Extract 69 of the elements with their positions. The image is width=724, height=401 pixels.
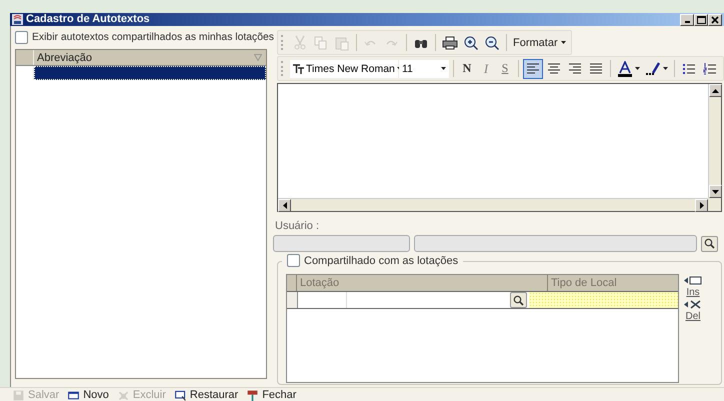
align-left-button[interactable] — [523, 58, 543, 78]
down-arrow-icon — [712, 190, 719, 194]
search-button[interactable] — [510, 292, 527, 308]
format-menu[interactable]: Formatar — [511, 32, 568, 52]
highlighter-icon — [645, 60, 661, 76]
font-dropdown[interactable]: Times New Roman — [290, 60, 398, 78]
table-row[interactable] — [34, 66, 266, 80]
horizontal-scrollbar[interactable] — [278, 198, 708, 211]
maximize-button[interactable] — [694, 14, 708, 26]
delete-row-icon — [684, 300, 702, 309]
window-cursor-icon — [174, 388, 187, 401]
window-title: Cadastro de Autotextos — [26, 13, 150, 26]
minimize-icon — [684, 21, 690, 23]
caret-icon — [441, 67, 446, 70]
align-center-icon — [546, 60, 562, 76]
search-icon — [513, 294, 524, 306]
up-arrow-icon — [712, 88, 719, 92]
insert-link[interactable]: Ins — [686, 287, 700, 298]
align-right-icon — [567, 60, 583, 76]
font-color-icon — [617, 60, 633, 76]
font-color-button[interactable] — [615, 58, 642, 78]
scroll-down-button[interactable] — [709, 185, 722, 198]
size-dropdown[interactable]: 11 — [399, 60, 449, 78]
delete-link[interactable]: Del — [685, 311, 700, 322]
close-button[interactable]: Fechar — [246, 388, 296, 401]
font-icon — [293, 64, 304, 74]
cut-icon — [292, 34, 308, 50]
copy-icon — [313, 34, 329, 50]
caret-icon — [663, 67, 668, 70]
vertical-scrollbar[interactable] — [708, 84, 721, 198]
scroll-right-button[interactable] — [695, 199, 708, 212]
search-button[interactable] — [701, 236, 718, 252]
close-button[interactable] — [708, 14, 722, 26]
zoom-out-icon — [484, 34, 500, 50]
checkbox-label: Compartilhado com as lotações — [304, 254, 458, 266]
zoom-in-icon — [463, 34, 479, 50]
align-left-icon — [525, 60, 541, 76]
underline-button[interactable]: S — [496, 58, 514, 78]
window-icon — [67, 388, 80, 401]
right-arrow-icon — [700, 202, 704, 209]
scroll-left-button[interactable] — [278, 199, 291, 212]
type-field[interactable] — [529, 292, 678, 308]
column-header: Abreviação — [37, 52, 92, 64]
paste-icon — [334, 34, 350, 50]
caret-icon — [560, 41, 566, 44]
minimize-button[interactable] — [680, 14, 694, 26]
row-header[interactable] — [287, 292, 298, 308]
field-label: Usuário : — [275, 220, 320, 232]
column-header: Lotação — [296, 275, 547, 291]
printer-icon — [442, 34, 458, 50]
maximize-icon — [696, 16, 706, 24]
restore-button[interactable]: Restaurar — [174, 388, 238, 401]
left-arrow-icon — [282, 202, 286, 209]
checkbox[interactable] — [287, 254, 300, 267]
search-icon — [704, 238, 715, 249]
column-header: Tipo de Local — [547, 275, 678, 291]
caret-icon — [635, 67, 640, 70]
new-button[interactable]: Novo — [67, 388, 109, 401]
text-editor[interactable] — [277, 83, 722, 212]
justify-icon — [588, 60, 604, 76]
flag-icon — [246, 388, 260, 401]
checkbox-label: Exibir autotextos compartilhados as minhas lotações — [32, 32, 274, 42]
scroll-up-button[interactable] — [709, 84, 722, 97]
close-icon — [711, 16, 719, 24]
app-icon — [12, 14, 23, 25]
bold-button[interactable]: N — [458, 58, 476, 78]
checkbox[interactable] — [15, 30, 28, 44]
numbered-list-icon — [702, 60, 718, 76]
insert-row-icon — [684, 276, 702, 285]
